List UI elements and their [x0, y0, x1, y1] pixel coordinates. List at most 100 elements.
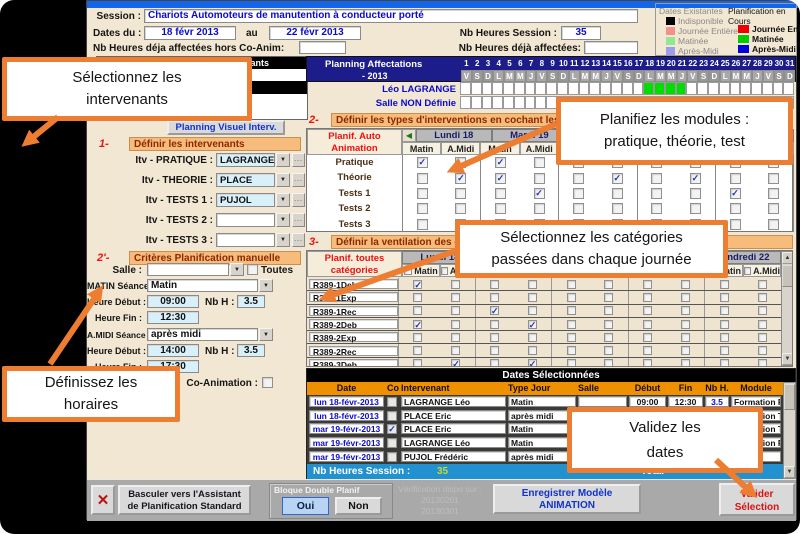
checkbox-cell[interactable] — [704, 305, 743, 317]
category-checkbox[interactable] — [758, 333, 767, 342]
scroll-up-icon[interactable]: ▲ — [782, 252, 793, 264]
category-checkbox[interactable] — [643, 333, 652, 342]
checkbox-cell[interactable] — [551, 331, 590, 343]
checkbox-cell[interactable] — [475, 318, 514, 330]
checkbox-cell[interactable] — [704, 344, 743, 356]
category-checkbox[interactable] — [643, 320, 652, 329]
checkbox-cell[interactable] — [743, 291, 781, 303]
checkbox-cell[interactable] — [598, 201, 637, 216]
checkbox-cell[interactable]: ✓ — [715, 186, 755, 201]
checkbox-cell[interactable] — [667, 305, 705, 317]
checkbox-cell[interactable] — [513, 278, 551, 290]
planning-day-cell[interactable] — [719, 82, 730, 95]
itv-dropdown-icon[interactable]: ▼ — [276, 233, 290, 247]
checkbox-cell[interactable] — [667, 318, 705, 330]
category-checkbox[interactable] — [451, 306, 460, 315]
checkbox-cell[interactable] — [743, 305, 781, 317]
category-checkbox[interactable] — [567, 306, 576, 315]
checkbox-cell[interactable] — [598, 186, 637, 201]
category-checkbox[interactable] — [604, 346, 613, 355]
planning-day-cell[interactable] — [482, 96, 493, 109]
planning-day-cell[interactable] — [471, 82, 482, 95]
amidi-seance-dropdown-icon[interactable]: ▼ — [259, 328, 273, 341]
planning-day-cell[interactable] — [514, 82, 525, 95]
planning-day-cell[interactable] — [492, 96, 503, 109]
checkbox-cell[interactable] — [676, 201, 715, 216]
checkbox-cell[interactable] — [754, 201, 794, 216]
valider-selection-button[interactable]: Valider Sélection — [719, 483, 795, 516]
checkbox-cell[interactable] — [590, 278, 628, 290]
planning-day-cell[interactable] — [740, 82, 751, 95]
heure-debut2-input[interactable]: 14:00 — [147, 344, 199, 357]
matin-seance-input[interactable]: Matin — [147, 279, 258, 292]
checkbox-cell[interactable]: ✓ — [437, 358, 475, 367]
checkbox-cell[interactable] — [715, 170, 755, 185]
nb-affectees-input[interactable] — [584, 41, 638, 54]
category-checkbox[interactable] — [604, 359, 613, 367]
module-checkbox[interactable]: ✓ — [455, 173, 466, 184]
checkbox-cell[interactable] — [628, 291, 667, 303]
checkbox-cell[interactable] — [551, 305, 590, 317]
planning-visuel-button[interactable]: Planning Visuel Interv. — [167, 120, 285, 135]
planning-day-cell[interactable] — [514, 96, 525, 109]
subcol-checkbox[interactable] — [404, 267, 412, 275]
category-checkbox[interactable] — [413, 346, 422, 355]
planning-day-cell[interactable] — [579, 82, 590, 95]
category-checkbox[interactable] — [490, 346, 499, 355]
planning-day-cell[interactable] — [783, 82, 794, 95]
checkbox-cell[interactable] — [513, 305, 551, 317]
category-checkbox[interactable] — [720, 320, 729, 329]
module-checkbox[interactable]: ✓ — [495, 173, 506, 184]
planning-day-cell[interactable] — [546, 82, 557, 95]
planning-day-cell[interactable] — [525, 96, 536, 109]
category-checkbox[interactable] — [567, 346, 576, 355]
module-checkbox[interactable]: ✓ — [690, 173, 701, 184]
date-start-input[interactable]: 18 févr 2013 — [144, 26, 236, 40]
category-checkbox[interactable] — [490, 359, 499, 367]
category-checkbox[interactable] — [528, 293, 537, 302]
itv-more-button[interactable]: ... — [292, 233, 305, 247]
checkbox-cell[interactable] — [667, 358, 705, 367]
checkbox-cell[interactable] — [667, 331, 705, 343]
checkbox-cell[interactable] — [398, 331, 437, 343]
checkbox-cell[interactable] — [480, 186, 520, 201]
itv-row-input[interactable] — [216, 213, 275, 227]
checkbox-cell[interactable] — [513, 331, 551, 343]
module-checkbox[interactable] — [651, 188, 662, 199]
checkbox-cell[interactable] — [475, 291, 514, 303]
checkbox-cell[interactable] — [715, 201, 755, 216]
planning-day-cell[interactable] — [611, 82, 622, 95]
checkbox-cell[interactable] — [402, 186, 442, 201]
category-checkbox[interactable] — [758, 293, 767, 302]
module-checkbox[interactable] — [612, 188, 623, 199]
planning-day-cell[interactable] — [568, 82, 579, 95]
module-checkbox[interactable] — [417, 219, 428, 230]
checkbox-cell[interactable]: ✓ — [676, 170, 715, 185]
checkbox-cell[interactable] — [398, 305, 437, 317]
module-checkbox[interactable] — [495, 203, 506, 214]
checkbox-cell[interactable] — [590, 358, 628, 367]
checkbox-cell[interactable] — [402, 217, 442, 232]
planning-day-cell[interactable] — [654, 82, 665, 95]
checkbox-cell[interactable] — [558, 186, 598, 201]
itv-dropdown-icon[interactable]: ▼ — [276, 213, 290, 227]
module-checkbox[interactable] — [455, 157, 466, 168]
category-checkbox[interactable] — [528, 280, 537, 289]
checkbox-cell[interactable]: ✓ — [398, 278, 437, 290]
category-checkbox[interactable] — [490, 333, 499, 342]
category-checkbox[interactable] — [451, 346, 460, 355]
checkbox-cell[interactable] — [743, 344, 781, 356]
heure-fin1-input[interactable]: 12:30 — [147, 311, 199, 324]
scrollbar-thumb[interactable] — [782, 265, 793, 287]
category-checkbox[interactable] — [490, 293, 499, 302]
itv-dropdown-icon[interactable]: ▼ — [276, 173, 290, 187]
category-checkbox[interactable] — [720, 346, 729, 355]
category-checkbox[interactable] — [758, 280, 767, 289]
itv-more-button[interactable]: ... — [292, 193, 305, 207]
checkbox-cell[interactable] — [402, 170, 442, 185]
category-checkbox[interactable] — [720, 359, 729, 367]
planning-day-cell[interactable] — [535, 96, 546, 109]
oui-button[interactable]: Oui — [282, 497, 329, 515]
co-checkbox[interactable] — [387, 397, 397, 407]
checkbox-cell[interactable] — [475, 358, 514, 367]
